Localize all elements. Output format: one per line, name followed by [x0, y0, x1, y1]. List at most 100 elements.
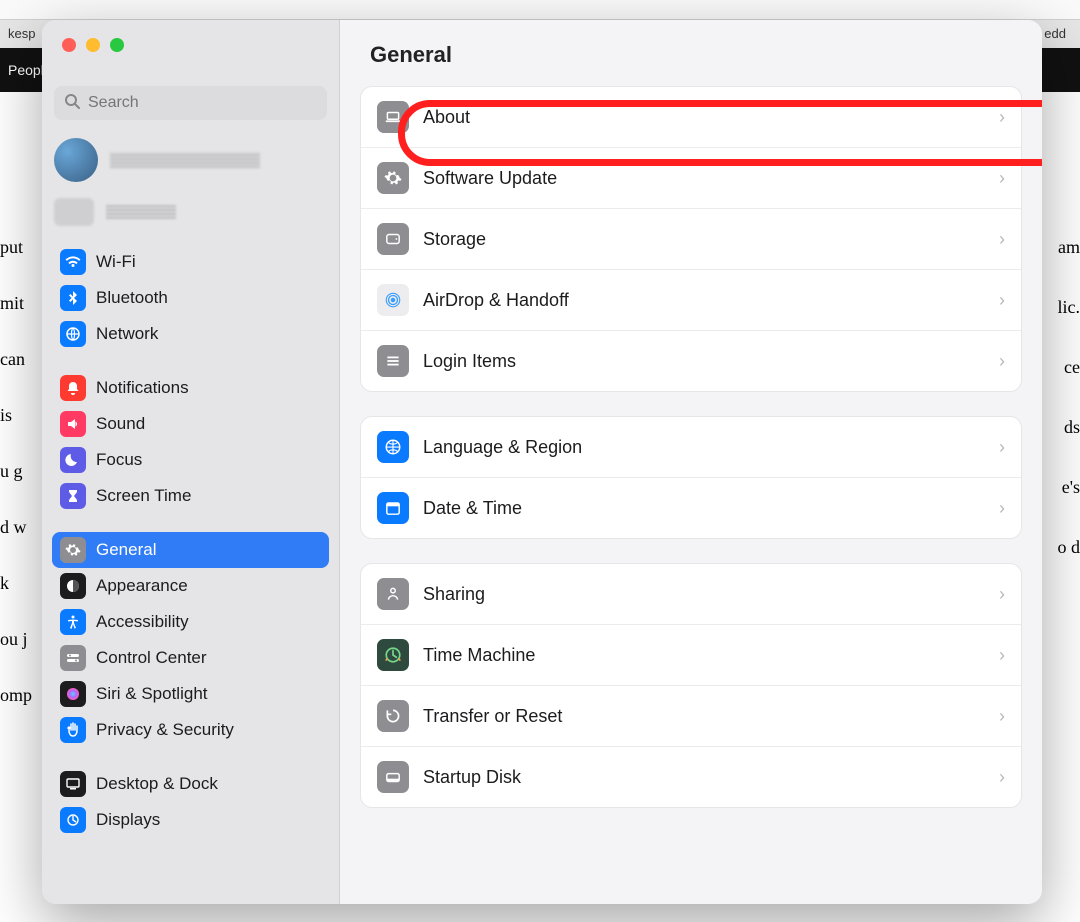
panel-row-label: AirDrop & Handoff — [423, 290, 569, 311]
panel-row-label: Storage — [423, 229, 486, 250]
panel-row-sharing[interactable]: Sharing › — [361, 564, 1021, 625]
sidebar-item-desktop[interactable]: Desktop & Dock — [52, 766, 329, 802]
screentime-icon — [60, 483, 86, 509]
panel-row-label: Startup Disk — [423, 767, 521, 788]
chevron-right-icon: › — [999, 645, 1005, 666]
bg-tab-left: kesp — [0, 20, 43, 47]
chevron-right-icon: › — [999, 584, 1005, 605]
wifi-icon — [60, 249, 86, 275]
panel-row-storage[interactable]: Storage › — [361, 209, 1021, 270]
sidebar-item-label: Screen Time — [96, 486, 191, 506]
sidebar-item-label: Focus — [96, 450, 142, 470]
family-label-obscured — [106, 205, 176, 219]
reset-icon — [377, 700, 409, 732]
sidebar-item-label: Wi-Fi — [96, 252, 136, 272]
panel-row-label: Software Update — [423, 168, 557, 189]
panel-row-datetime[interactable]: Date & Time› — [361, 478, 1021, 538]
appearance-icon — [60, 573, 86, 599]
account-row[interactable] — [42, 132, 339, 188]
family-row[interactable] — [42, 188, 339, 240]
panel-row-language[interactable]: Language & Region› — [361, 417, 1021, 478]
sidebar-item-label: Siri & Spotlight — [96, 684, 208, 704]
minimize-traffic-light[interactable] — [86, 38, 100, 52]
chevron-right-icon: › — [999, 351, 1005, 372]
panel-row-timemachine[interactable]: Time Machine › — [361, 625, 1021, 686]
panel-row-label: Language & Region — [423, 437, 582, 458]
sidebar-item-label: Privacy & Security — [96, 720, 234, 740]
privacy-icon — [60, 717, 86, 743]
panel-row-transfer[interactable]: Transfer or Reset › — [361, 686, 1021, 747]
sound-icon — [60, 411, 86, 437]
airdrop-icon — [377, 284, 409, 316]
chevron-right-icon: › — [999, 229, 1005, 250]
sidebar-item-accessibility[interactable]: Accessibility — [52, 604, 329, 640]
clock-icon — [377, 639, 409, 671]
panel-row-label: Time Machine — [423, 645, 535, 666]
chevron-right-icon: › — [999, 706, 1005, 727]
sidebar-item-label: Notifications — [96, 378, 189, 398]
panel-row-label: Login Items — [423, 351, 516, 372]
displays-icon — [60, 807, 86, 833]
desktop-icon — [60, 771, 86, 797]
sidebar-item-label: Bluetooth — [96, 288, 168, 308]
gear-icon — [377, 162, 409, 194]
system-settings-window: Wi-Fi Bluetooth Network Notifications Sound F… — [42, 20, 1042, 904]
sidebar-item-controlcenter[interactable]: Control Center — [52, 640, 329, 676]
sidebar-item-screentime[interactable]: Screen Time — [52, 478, 329, 514]
sidebar-item-focus[interactable]: Focus — [52, 442, 329, 478]
sidebar-item-label: Sound — [96, 414, 145, 434]
chevron-right-icon: › — [999, 498, 1005, 519]
disk-icon — [377, 223, 409, 255]
panel-row-airdrop[interactable]: AirDrop & Handoff› — [361, 270, 1021, 331]
bluetooth-icon — [60, 285, 86, 311]
siri-icon — [60, 681, 86, 707]
sidebar-item-general[interactable]: General — [52, 532, 329, 568]
sidebar-item-label: General — [96, 540, 156, 560]
sidebar-item-bluetooth[interactable]: Bluetooth — [52, 280, 329, 316]
panel-row-label: Sharing — [423, 584, 485, 605]
calendar-icon — [377, 492, 409, 524]
search-icon — [64, 93, 80, 114]
panel-row-about[interactable]: About › — [361, 87, 1021, 148]
chevron-right-icon: › — [999, 767, 1005, 788]
sidebar-item-sound[interactable]: Sound — [52, 406, 329, 442]
window-traffic-lights — [42, 20, 339, 72]
laptop-icon — [377, 101, 409, 133]
sidebar-item-privacy[interactable]: Privacy & Security — [52, 712, 329, 748]
search-box[interactable] — [54, 86, 327, 120]
accessibility-icon — [60, 609, 86, 635]
share-icon — [377, 578, 409, 610]
network-icon — [60, 321, 86, 347]
panel-row-label: About — [423, 107, 470, 128]
startup-icon — [377, 761, 409, 793]
account-name-obscured — [110, 152, 260, 168]
sidebar-item-label: Appearance — [96, 576, 188, 596]
sidebar-item-wifi[interactable]: Wi-Fi — [52, 244, 329, 280]
sidebar-list: Wi-Fi Bluetooth Network Notifications Sound F… — [42, 240, 339, 868]
main-groups: About › Software Update › Storage › AirDrop & … — [340, 86, 1042, 832]
chevron-right-icon: › — [999, 107, 1005, 128]
zoom-traffic-light[interactable] — [110, 38, 124, 52]
panel-row-login[interactable]: Login Items › — [361, 331, 1021, 391]
panel-row-label: Transfer or Reset — [423, 706, 562, 727]
chevron-right-icon: › — [999, 168, 1005, 189]
search-input[interactable] — [88, 94, 317, 112]
family-icon-obscured — [54, 198, 94, 226]
settings-main: General About › Software Update › Storage › Ai… — [340, 20, 1042, 904]
page-title: General — [340, 20, 1042, 86]
panel-row-software[interactable]: Software Update › — [361, 148, 1021, 209]
sidebar-item-label: Desktop & Dock — [96, 774, 218, 794]
notifications-icon — [60, 375, 86, 401]
general-icon — [60, 537, 86, 563]
panel-row-startup[interactable]: Startup Disk › — [361, 747, 1021, 807]
list-icon — [377, 345, 409, 377]
settings-sidebar: Wi-Fi Bluetooth Network Notifications Sound F… — [42, 20, 340, 904]
close-traffic-light[interactable] — [62, 38, 76, 52]
sidebar-item-siri[interactable]: Siri & Spotlight — [52, 676, 329, 712]
sidebar-item-network[interactable]: Network — [52, 316, 329, 352]
sidebar-item-displays[interactable]: Displays — [52, 802, 329, 838]
bg-left-fragments: putmitcanisu gd wkou jomp — [0, 230, 45, 734]
sidebar-item-appearance[interactable]: Appearance — [52, 568, 329, 604]
sidebar-item-notifications[interactable]: Notifications — [52, 370, 329, 406]
focus-icon — [60, 447, 86, 473]
